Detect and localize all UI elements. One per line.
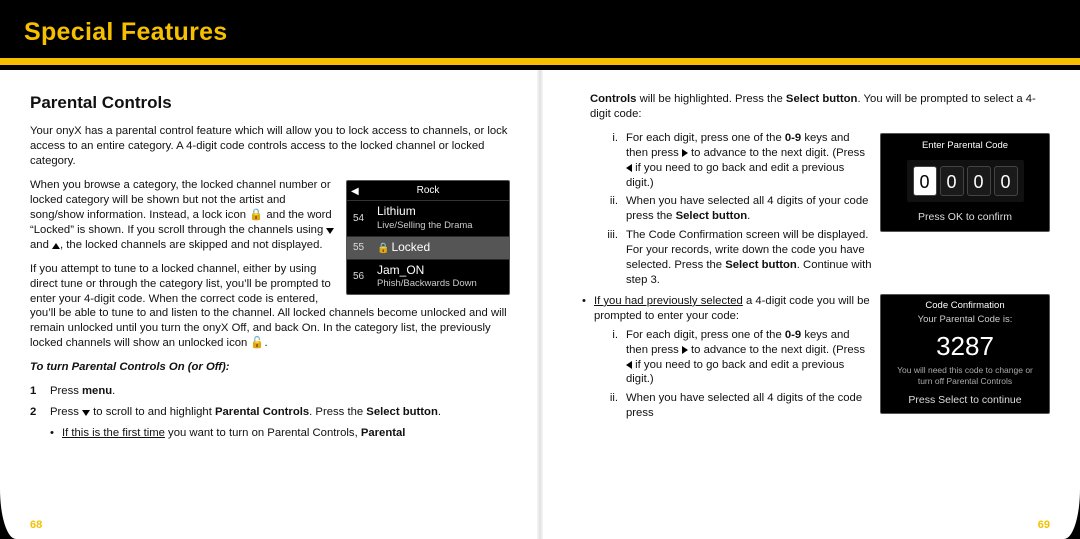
page-number-right: 69: [1038, 518, 1050, 533]
step-1: 1 Press menu.: [30, 384, 510, 399]
code-screen-title: Enter Parental Code: [881, 134, 1049, 157]
chan-head: ◀ Rock: [347, 181, 509, 201]
chan-sub: Phish/Backwards Down: [377, 278, 503, 291]
chan-name-locked: 🔒Locked: [377, 240, 503, 256]
code-digit-2: 0: [940, 166, 964, 196]
page-spread: Parental Controls Your onyX has a parent…: [0, 68, 1080, 539]
page-number-left: 68: [30, 518, 42, 533]
confirm-title: Code Confirmation: [881, 295, 1049, 315]
bullet-icon: •: [582, 294, 586, 324]
enter-code-screenshot: Enter Parental Code 0 0 0 0 Press OK to …: [880, 133, 1050, 232]
continuation-line: Controls will be highlighted. Press the …: [590, 92, 1050, 122]
previously-selected-bullet: • If you had previously selected a 4-dig…: [582, 294, 872, 324]
confirm-code: 3287: [881, 327, 1049, 365]
back-arrow-icon: ◀: [351, 185, 359, 198]
down-arrow-icon: [82, 410, 90, 416]
channel-list-screenshot: ◀ Rock 54 Lithium Live/Selling the Drama…: [346, 180, 510, 295]
left-page: Parental Controls Your onyX has a parent…: [0, 68, 540, 539]
chan-sub: Live/Selling the Drama: [377, 220, 503, 233]
manual-spread: Special Features Parental Controls Your …: [0, 0, 1080, 539]
bullet-icon: •: [50, 426, 54, 441]
code-digit-4: 0: [994, 166, 1018, 196]
unlock-icon-inline: 🔓: [250, 337, 264, 349]
intro-paragraph: Your onyX has a parental control feature…: [30, 124, 510, 169]
chan-row-locked: 55 🔒Locked: [347, 237, 509, 260]
lock-icon-inline: 🔒: [249, 209, 263, 221]
chan-num: 56: [353, 270, 371, 283]
page-header: Special Features: [0, 0, 1080, 58]
header-accent-bar: [0, 58, 1080, 65]
substep-j-ii: ii.When you have selected all 4 digits o…: [600, 391, 872, 421]
step-2: 2 Press to scroll to and highlight Paren…: [30, 405, 510, 420]
substep-ii: ii.When you have selected all 4 digits o…: [600, 194, 872, 224]
code-confirmation-screenshot: Code Confirmation Your Parental Code is:…: [880, 294, 1050, 414]
code-screen-hint: Press OK to confirm: [881, 206, 1049, 227]
confirm-press: Press Select to continue: [881, 391, 1049, 410]
substep-i: i.For each digit, press one of the 0-9 k…: [600, 131, 872, 191]
chan-name: Jam_ON: [377, 263, 503, 279]
chan-num: 55: [353, 241, 371, 254]
code-digit-1: 0: [913, 166, 937, 196]
step-2-sub: • If this is the first time you want to …: [50, 426, 510, 441]
substep-iii: iii.The Code Confirmation screen will be…: [600, 228, 872, 288]
up-arrow-icon: [52, 243, 60, 249]
code-digits: 0 0 0 0: [907, 160, 1024, 202]
chan-name: Lithium: [377, 204, 503, 220]
chan-category: Rock: [417, 185, 440, 196]
substep-j-i: i.For each digit, press one of the 0-9 k…: [600, 328, 872, 388]
down-arrow-icon: [326, 228, 334, 234]
code-digit-3: 0: [967, 166, 991, 196]
steps-list: 1 Press menu. 2 Press to scroll to and h…: [30, 384, 510, 420]
confirm-subtitle: Your Parental Code is:: [881, 314, 1049, 327]
chan-num: 54: [353, 212, 371, 225]
text-with-screenshot: ◀ Rock 54 Lithium Live/Selling the Drama…: [30, 178, 510, 351]
section-heading: Parental Controls: [30, 92, 510, 114]
instruction-heading: To turn Parental Controls On (or Off):: [30, 360, 510, 375]
confirm-note: You will need this code to change or tur…: [881, 365, 1049, 390]
chan-row-3: 56 Jam_ON Phish/Backwards Down: [347, 260, 509, 294]
page-title: Special Features: [24, 18, 1056, 47]
chan-row-1: 54 Lithium Live/Selling the Drama: [347, 201, 509, 236]
right-page: Controls will be highlighted. Press the …: [540, 68, 1080, 539]
lock-icon: 🔒: [377, 243, 389, 254]
